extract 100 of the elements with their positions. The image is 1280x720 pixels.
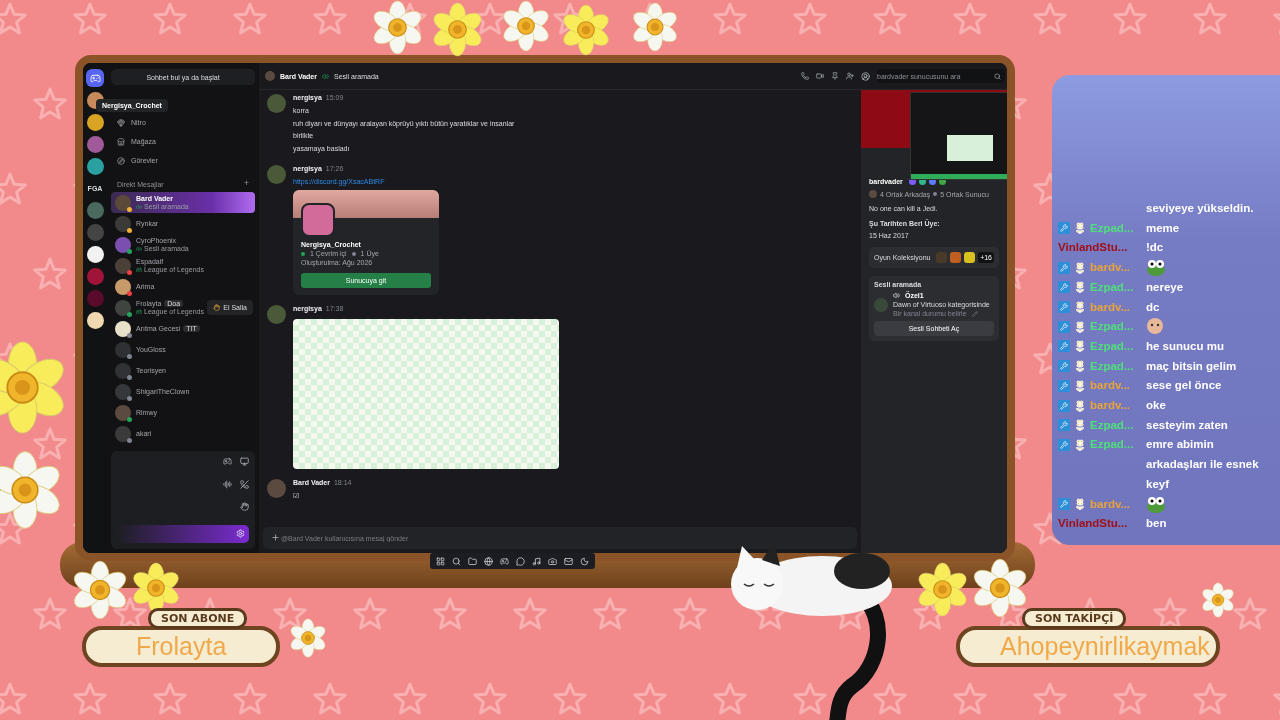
chat-bubble-icon[interactable] [516, 556, 525, 566]
avatar [115, 320, 131, 337]
search-icon[interactable] [452, 556, 461, 566]
camera-icon[interactable] [548, 556, 557, 566]
flower-badge-icon [1074, 320, 1086, 333]
server-icon[interactable] [86, 312, 104, 329]
flower-badge-icon [1074, 399, 1086, 412]
avatar [115, 383, 131, 400]
thumbnail-image [947, 135, 993, 161]
app-logo-icon[interactable] [86, 69, 104, 87]
online-dot [301, 251, 305, 256]
game-icon [936, 252, 948, 263]
flower-badge-icon [1074, 301, 1086, 313]
music-icon[interactable] [532, 556, 541, 566]
grid-icon[interactable] [436, 556, 445, 566]
speaker-icon [893, 292, 900, 299]
chat-message: sesteyim zaten [1146, 417, 1229, 433]
server-icon[interactable] [86, 246, 104, 263]
server-icon[interactable] [86, 114, 104, 131]
daffodil-drawing [430, 2, 485, 57]
folder-icon[interactable] [468, 556, 477, 566]
chat-message: oke [1146, 398, 1167, 413]
avatar [265, 71, 275, 81]
flower-badge-icon [1074, 261, 1086, 274]
mail-icon[interactable] [564, 556, 573, 566]
chat-message: !dc [1146, 240, 1165, 256]
chat-message: dc [1146, 299, 1161, 315]
flower-badge-icon [1074, 360, 1086, 373]
avatar [115, 362, 131, 379]
gamepad-icon[interactable] [500, 556, 509, 566]
avatar [115, 215, 131, 232]
gamepad-icon [136, 266, 142, 273]
daffodil-drawing [500, 0, 552, 52]
plaque-label: SON TAKİPÇİ [1022, 608, 1127, 629]
daffodil-drawing [370, 0, 425, 55]
add-user-icon[interactable] [846, 72, 854, 80]
daffodil-drawing [1200, 582, 1236, 618]
chat-message: meme [1146, 220, 1181, 236]
avatar [115, 278, 131, 295]
avatar [869, 190, 877, 198]
moon-icon[interactable] [580, 556, 589, 566]
game-icon [964, 252, 976, 263]
game-icon [950, 252, 962, 263]
gem-icon [117, 118, 125, 127]
video-icon[interactable] [816, 72, 824, 80]
soundwave-icon[interactable] [223, 479, 232, 489]
chat-message: maç bitsin gelim [1146, 358, 1238, 374]
flower-badge-icon [1074, 222, 1086, 235]
speaker-icon [136, 203, 142, 210]
avatar [115, 341, 131, 358]
avatar [115, 194, 131, 211]
plaque-label: SON ABONE [148, 608, 248, 629]
flower-badge-icon [1074, 340, 1086, 353]
system-message: seviyeye yükseldin. [1146, 201, 1255, 216]
frog-emote-icon [1146, 495, 1166, 514]
avatar [115, 236, 131, 253]
avatar [267, 479, 286, 498]
plus-icon[interactable] [271, 533, 280, 542]
face-emote-icon [1146, 317, 1164, 336]
avatar [267, 305, 286, 324]
add-dm-button[interactable]: + [243, 179, 249, 188]
hand-icon [213, 304, 221, 311]
member-dot [351, 251, 356, 256]
chat-message: nereye [1146, 279, 1185, 295]
speaker-icon [321, 72, 329, 80]
speaker-icon [136, 245, 142, 252]
avatar [115, 299, 131, 316]
latest-follower-name: Ahopeynirlikaymak [956, 626, 1220, 667]
gamepad-icon [136, 308, 142, 315]
chat-message: sese gel önce [1146, 378, 1223, 394]
chat-message: emre abimin arkadaşları ile esnek keyf [1146, 437, 1260, 492]
daffodil-drawing [630, 2, 680, 52]
daffodil-drawing [560, 4, 612, 56]
chat-message: he sunucu mu [1146, 338, 1225, 354]
avatar [267, 165, 286, 184]
latest-subscriber-name: Frolayta [82, 626, 281, 667]
server-icon[interactable] [86, 158, 104, 175]
flower-badge-icon [1074, 281, 1086, 294]
settings-icon[interactable] [236, 529, 245, 539]
daffodil-drawing [288, 618, 328, 658]
globe-icon[interactable] [484, 556, 493, 566]
flower-badge-icon [1074, 498, 1086, 510]
separator-dot [933, 192, 938, 196]
hand-icon[interactable] [240, 502, 249, 512]
flower-badge-icon [1074, 438, 1086, 451]
daffodil-drawing [915, 562, 970, 617]
avatar [874, 297, 888, 312]
user-profile-icon[interactable] [861, 71, 870, 81]
flower-badge-icon [1074, 379, 1086, 392]
gamepad-icon[interactable] [223, 457, 232, 466]
flower-badge-icon [1074, 419, 1086, 432]
avatar [267, 94, 286, 113]
store-icon [117, 137, 125, 146]
frog-emote-icon [1146, 259, 1166, 278]
phone-icon[interactable] [801, 72, 809, 80]
pin-icon[interactable] [831, 72, 839, 80]
chat-message: ben [1146, 516, 1168, 532]
monitor-icon[interactable] [240, 457, 249, 466]
server-avatar [301, 203, 335, 237]
avatar [115, 257, 131, 274]
